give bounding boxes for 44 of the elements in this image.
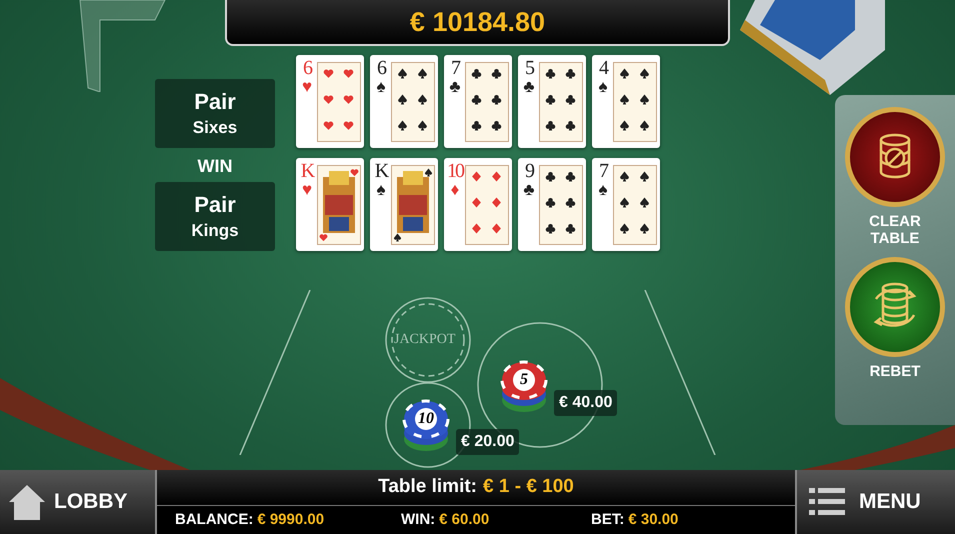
card-suit: ♦ — [450, 181, 460, 199]
clear-table-button[interactable]: CLEAR TABLE — [845, 107, 945, 247]
table-spot-label: JACKPOT — [394, 331, 456, 349]
card-rank: K — [374, 161, 388, 181]
bet-amount-badge: € 20.00 — [456, 429, 520, 455]
card-suit: ♥ — [302, 78, 312, 96]
stat-label: WIN: — [401, 510, 436, 530]
card-rank: K — [300, 161, 314, 181]
home-icon — [8, 483, 46, 521]
balance-amount: € 10184.80 — [410, 6, 546, 39]
card-rank: 7 — [451, 58, 459, 78]
card-suit: ♣ — [523, 181, 535, 199]
card-rank: 5 — [525, 58, 533, 78]
rebet-button[interactable]: REBET — [845, 257, 945, 380]
menu-icon — [809, 488, 845, 516]
card-rank: 6 — [377, 58, 385, 78]
table-limit-value: € 1 - € 100 — [483, 475, 574, 500]
chip-value: 10 — [417, 409, 435, 429]
hand-detail-text: Kings — [191, 220, 239, 242]
card-suit: ♠ — [376, 78, 386, 96]
card-suit: ♣ — [449, 78, 461, 96]
card-rank: 10 — [447, 161, 463, 181]
hand-detail-text: Sixes — [192, 116, 238, 138]
card-suit: ♥ — [302, 181, 312, 199]
card-suit: ♣ — [523, 78, 535, 96]
bet-amount-badge: € 40.00 — [554, 390, 618, 416]
stat-value: € 60.00 — [439, 510, 490, 530]
menu-button[interactable]: MENU — [795, 470, 955, 534]
win-label: WIN — [198, 156, 232, 176]
card-rank: 7 — [599, 161, 607, 181]
stat-value: € 30.00 — [628, 510, 678, 530]
hand-rank-text: Pair — [194, 88, 236, 116]
card-suit: ♠ — [376, 181, 386, 199]
table-limit-label: Table limit: — [378, 475, 478, 500]
chip-value: 5 — [519, 370, 529, 390]
hand-rank-text: Pair — [194, 190, 236, 218]
stat-label: BALANCE: — [175, 510, 254, 530]
card-rank: 4 — [599, 58, 607, 78]
stat-value: € 9990.00 — [257, 510, 324, 530]
card-rank: 9 — [525, 161, 533, 181]
card-rank: 6 — [303, 58, 311, 78]
stat-label: BET: — [591, 510, 624, 530]
card-suit: ♠ — [598, 78, 608, 96]
card-suit: ♠ — [598, 181, 608, 199]
